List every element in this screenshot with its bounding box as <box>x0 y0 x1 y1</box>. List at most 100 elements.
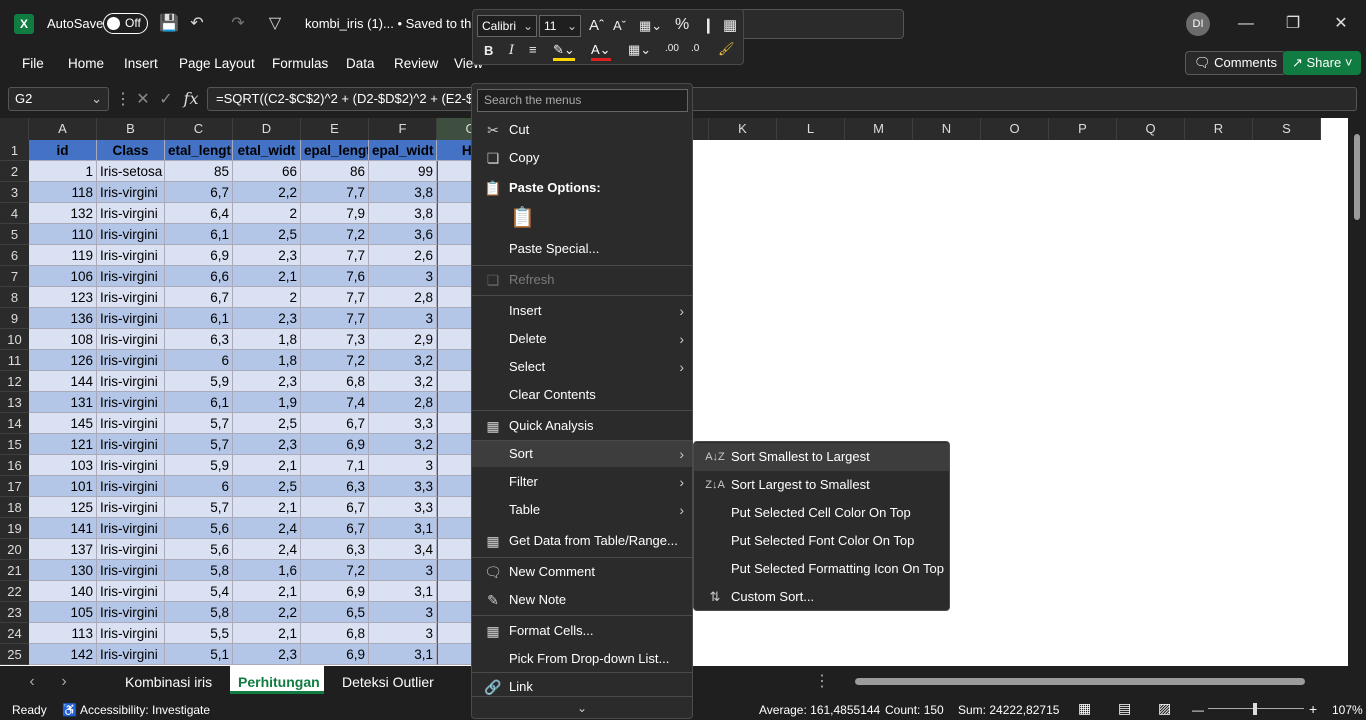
table-cell[interactable]: Iris-virgini <box>97 329 165 350</box>
table-cell[interactable]: 118 <box>29 182 97 203</box>
table-cell[interactable]: 123 <box>29 287 97 308</box>
row-header[interactable]: 22 <box>0 581 29 602</box>
column-header[interactable]: P <box>1049 118 1117 140</box>
menu-paste-special[interactable]: Paste Special... <box>472 236 692 262</box>
table-cell[interactable]: 6,7 <box>301 518 369 539</box>
font-size-select[interactable]: 11 ⌄ <box>539 15 581 37</box>
column-header[interactable]: M <box>845 118 913 140</box>
align-center-icon[interactable]: ≡ <box>529 42 537 57</box>
table-cell[interactable]: 121 <box>29 434 97 455</box>
tab-data[interactable]: Data <box>346 56 375 71</box>
table-cell[interactable]: 131 <box>29 392 97 413</box>
table-cell[interactable]: 6,1 <box>165 308 233 329</box>
table-cell[interactable]: 140 <box>29 581 97 602</box>
table-cell[interactable]: 7,7 <box>301 182 369 203</box>
table-cell[interactable]: 3,2 <box>369 371 437 392</box>
table-cell[interactable]: 3 <box>369 623 437 644</box>
format-painter-icon[interactable]: 🖌 <box>718 41 735 57</box>
table-cell[interactable]: 5,6 <box>165 539 233 560</box>
table-cell[interactable]: 6 <box>165 476 233 497</box>
table-cell[interactable]: 132 <box>29 203 97 224</box>
table-cell[interactable]: 5,7 <box>165 434 233 455</box>
table-cell[interactable]: Iris-virgini <box>97 287 165 308</box>
table-cell[interactable]: 136 <box>29 308 97 329</box>
table-cell[interactable]: 5,6 <box>165 518 233 539</box>
table-cell[interactable]: 2,3 <box>233 245 301 266</box>
table-cell[interactable]: 125 <box>29 497 97 518</box>
table-cell[interactable]: 130 <box>29 560 97 581</box>
table-cell[interactable]: 6,5 <box>301 602 369 623</box>
horizontal-scrollbar[interactable] <box>845 675 1339 687</box>
table-cell[interactable]: 5,7 <box>165 497 233 518</box>
table-cell[interactable]: 3,6 <box>369 224 437 245</box>
share-button[interactable]: ↗ Share ˅ <box>1283 51 1362 75</box>
table-cell[interactable]: Iris-virgini <box>97 644 165 665</box>
tab-insert[interactable]: Insert <box>124 56 158 71</box>
table-cell[interactable]: Iris-virgini <box>97 455 165 476</box>
column-header[interactable]: S <box>1253 118 1321 140</box>
accessibility-status[interactable]: Accessibility: Investigate <box>80 703 210 717</box>
table-cell[interactable]: 99 <box>369 161 437 182</box>
table-cell[interactable]: 6,7 <box>165 182 233 203</box>
sort-font-color-top[interactable]: Put Selected Font Color On Top <box>694 527 949 555</box>
insert-function-icon[interactable]: fx <box>181 89 201 109</box>
paste-keep-text-icon[interactable]: 📋 <box>510 205 535 231</box>
table-header-cell[interactable]: id <box>29 140 97 161</box>
font-name-select[interactable]: Calibri ⌄ <box>477 15 537 37</box>
table-header-cell[interactable]: epal_lengt <box>301 140 369 161</box>
fill-color-icon[interactable]: ✎⌄ <box>553 42 575 61</box>
table-cell[interactable]: 2,1 <box>233 455 301 476</box>
sheet-tab-kombinasi-iris[interactable]: Kombinasi iris <box>125 674 212 690</box>
next-sheet-icon[interactable]: › <box>54 672 74 692</box>
comments-button[interactable]: 🗨 Comments <box>1185 51 1286 75</box>
table-cell[interactable]: 1 <box>29 161 97 182</box>
table-cell[interactable]: 119 <box>29 245 97 266</box>
table-cell[interactable]: 3,2 <box>369 350 437 371</box>
table-cell[interactable]: 2,3 <box>233 434 301 455</box>
row-header[interactable]: 24 <box>0 623 29 644</box>
horizontal-scroll-thumb[interactable] <box>855 678 1305 685</box>
menu-pick-from-list[interactable]: Pick From Drop-down List... <box>472 646 692 672</box>
column-header[interactable]: E <box>301 118 369 140</box>
table-cell[interactable]: 2,1 <box>233 581 301 602</box>
undo-icon[interactable]: ↶ <box>187 14 207 34</box>
row-header[interactable]: 16 <box>0 455 29 476</box>
table-cell[interactable]: 2,9 <box>369 329 437 350</box>
table-cell[interactable]: 6,1 <box>165 224 233 245</box>
menu-sort[interactable]: Sort › <box>472 441 692 467</box>
menu-filter[interactable]: Filter › <box>472 469 692 495</box>
column-header[interactable]: A <box>29 118 97 140</box>
table-cell[interactable]: 7,3 <box>301 329 369 350</box>
table-cell[interactable]: 7,2 <box>301 224 369 245</box>
save-icon[interactable]: 💾 <box>159 14 179 34</box>
table-cell[interactable]: 5,7 <box>165 413 233 434</box>
cancel-entry-icon[interactable]: ✕ <box>133 90 153 110</box>
row-header[interactable]: 13 <box>0 392 29 413</box>
column-header[interactable]: K <box>709 118 777 140</box>
table-cell[interactable]: 6,4 <box>165 203 233 224</box>
menu-search-input[interactable]: Search the menus <box>477 89 688 112</box>
table-cell[interactable]: 2,2 <box>233 602 301 623</box>
italic-button[interactable]: I <box>509 43 514 58</box>
sort-descending[interactable]: Z↓A Sort Largest to Smallest <box>694 471 949 499</box>
table-cell[interactable]: Iris-virgini <box>97 182 165 203</box>
row-header[interactable]: 14 <box>0 413 29 434</box>
table-cell[interactable]: 2 <box>233 287 301 308</box>
table-cell[interactable]: 6,1 <box>165 392 233 413</box>
table-cell[interactable]: 5,1 <box>165 644 233 665</box>
normal-view-icon[interactable]: ▦ <box>1078 700 1091 717</box>
table-cell[interactable]: 1,6 <box>233 560 301 581</box>
table-cell[interactable]: 3,3 <box>369 497 437 518</box>
row-header[interactable]: 4 <box>0 203 29 224</box>
menu-new-comment[interactable]: 🗨 New Comment <box>472 559 692 585</box>
table-cell[interactable]: 2,4 <box>233 518 301 539</box>
custom-sort[interactable]: ⇅ Custom Sort... <box>694 583 949 611</box>
table-cell[interactable]: 7,9 <box>301 203 369 224</box>
table-cell[interactable]: 6,7 <box>301 413 369 434</box>
table-cell[interactable]: 3,8 <box>369 182 437 203</box>
tab-home[interactable]: Home <box>68 56 104 71</box>
table-cell[interactable]: Iris-virgini <box>97 266 165 287</box>
table-cell[interactable]: 7,1 <box>301 455 369 476</box>
table-cell[interactable]: 7,6 <box>301 266 369 287</box>
tab-review[interactable]: Review <box>394 56 438 71</box>
